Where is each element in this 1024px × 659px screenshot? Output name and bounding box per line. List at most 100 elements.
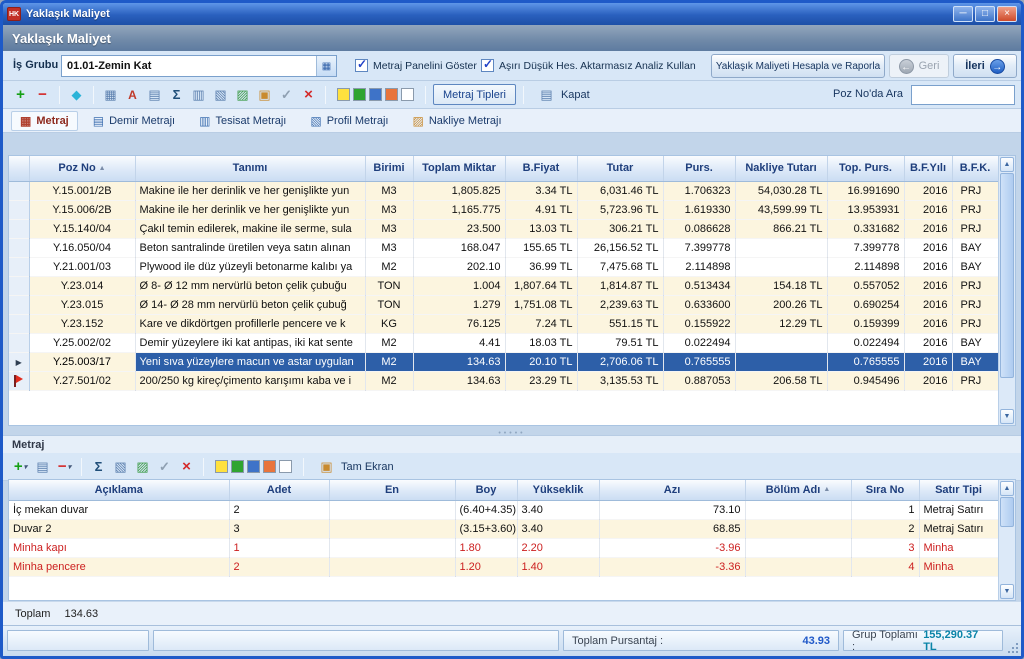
metraj-table-scrollbar[interactable]: ▲ ▼ <box>998 480 1015 600</box>
cancel-icon[interactable]: × <box>177 457 196 476</box>
export-icon[interactable]: ▧ <box>211 85 230 104</box>
col-header-bfiyat[interactable]: B.Fiyat <box>505 156 577 181</box>
tab-profil-metraji[interactable]: ▧ Profil Metrajı <box>301 111 397 131</box>
tab-tesisat-metraji[interactable]: ▥ Tesisat Metrajı <box>190 111 295 131</box>
is-grubu-dropdown-button[interactable]: ▦ <box>316 56 336 76</box>
is-grubu-label: İş Grubu <box>13 59 58 71</box>
color-swatch[interactable] <box>369 88 382 101</box>
metraj-panel-checkbox[interactable] <box>355 59 368 72</box>
col-header-bf-yili[interactable]: B.F.Yılı <box>904 156 952 181</box>
cancel-icon[interactable]: × <box>299 85 318 104</box>
edit-cell-icon[interactable]: ▤ <box>145 85 164 104</box>
metraj-tipleri-button[interactable]: Metraj Tipleri <box>433 84 516 105</box>
scroll-up-button[interactable]: ▲ <box>1000 481 1014 496</box>
scroll-down-button[interactable]: ▼ <box>1000 409 1014 424</box>
geri-button[interactable]: ← Geri <box>889 54 949 78</box>
color-swatch[interactable] <box>215 460 228 473</box>
is-grubu-select[interactable]: 01.01-Zemin Kat ▦ <box>61 55 337 77</box>
col-header-toplam-miktar[interactable]: Toplam Miktar <box>413 156 505 181</box>
col-header-satir-tipi[interactable]: Satır Tipi <box>919 480 998 500</box>
sum-icon[interactable]: Σ <box>167 85 186 104</box>
color-swatch[interactable] <box>353 88 366 101</box>
import-icon[interactable]: ▨ <box>133 457 152 476</box>
add-row-icon[interactable]: + <box>11 85 30 104</box>
col-header-top-purs[interactable]: Top. Purs. <box>827 156 904 181</box>
col-header-bfk[interactable]: B.F.K. <box>952 156 998 181</box>
table-row[interactable]: Y.15.140/04Çakıl temin edilerek, makine … <box>9 219 998 238</box>
col-header-adet[interactable]: Adet <box>229 480 329 500</box>
table-row[interactable]: Y.23.152Kare ve dikdörtgen profillerle p… <box>9 314 998 333</box>
cell: 2016 <box>904 276 952 295</box>
table-row[interactable]: Minha kapı11.802.20-3.963Minha <box>9 538 998 557</box>
table-columns-icon[interactable]: ▦ <box>101 85 120 104</box>
tab-nakliye-metraji[interactable]: ▨ Nakliye Metrajı <box>403 111 510 131</box>
hesapla-raporla-button[interactable]: Yaklaşık Maliyeti Hesapla ve Raporla <box>711 54 885 78</box>
color-swatch[interactable] <box>263 460 276 473</box>
cell: M3 <box>365 219 413 238</box>
col-header-azi[interactable]: Azı <box>599 480 745 500</box>
col-header-boy[interactable]: Boy <box>455 480 517 500</box>
scroll-down-button[interactable]: ▼ <box>1000 584 1014 599</box>
maximize-button[interactable]: □ <box>975 6 995 22</box>
table-row[interactable]: ▶Y.25.003/17Yeni sıva yüzeylere macun ve… <box>9 352 998 371</box>
table-row[interactable]: Y.15.006/2BMakine ile her derinlik ve he… <box>9 200 998 219</box>
tab-metraj[interactable]: ▦ Metraj <box>11 111 78 131</box>
col-header-yukseklik[interactable]: Yükseklik <box>517 480 599 500</box>
color-swatch[interactable] <box>231 460 244 473</box>
save-icon[interactable]: ▣ <box>255 85 274 104</box>
scrollbar-thumb[interactable] <box>1000 497 1014 527</box>
scrollbar-thumb[interactable] <box>1000 173 1014 378</box>
table-row[interactable]: Y.21.001/03Plywood ile düz yüzeyli beton… <box>9 257 998 276</box>
export-icon[interactable]: ▧ <box>111 457 130 476</box>
color-swatch[interactable] <box>247 460 260 473</box>
sum-icon[interactable]: Σ <box>89 457 108 476</box>
poz-search-input[interactable] <box>911 85 1015 105</box>
scroll-up-button[interactable]: ▲ <box>1000 157 1014 172</box>
table-row[interactable]: Y.27.501/02200/250 kg kireç/çimento karı… <box>9 371 998 390</box>
ileri-button[interactable]: İleri → <box>953 54 1017 78</box>
apply-icon[interactable]: ✓ <box>277 85 296 104</box>
kapat-button[interactable]: ▤ Kapat <box>531 84 596 105</box>
panel-splitter[interactable] <box>3 426 1021 435</box>
tab-label: Demir Metrajı <box>109 115 175 127</box>
col-header-aciklama[interactable]: Açıklama <box>9 480 229 500</box>
close-button[interactable]: × <box>997 6 1017 22</box>
copy-row-icon[interactable]: ▤ <box>33 457 52 476</box>
format-painter-icon[interactable]: ◆ <box>67 85 86 104</box>
table-row[interactable]: Y.23.015Ø 14- Ø 28 mm nervürlü beton çel… <box>9 295 998 314</box>
color-swatch[interactable] <box>337 88 350 101</box>
color-swatch[interactable] <box>401 88 414 101</box>
font-icon[interactable]: A <box>123 85 142 104</box>
col-header-poz-no[interactable]: Poz No▲ <box>29 156 135 181</box>
col-header-bolum-adi[interactable]: Bölüm Adı▲ <box>745 480 851 500</box>
color-swatch[interactable] <box>385 88 398 101</box>
col-header-nakliye-tutari[interactable]: Nakliye Tutarı <box>735 156 827 181</box>
tab-demir-metraji[interactable]: ▤ Demir Metrajı <box>84 111 184 131</box>
refresh-icon[interactable]: ▨ <box>233 85 252 104</box>
table-row[interactable]: Y.15.001/2BMakine ile her derinlik ve he… <box>9 181 998 200</box>
resize-grip[interactable] <box>1007 642 1019 654</box>
table-row[interactable]: Y.23.014Ø 8- Ø 12 mm nervürlü beton çeli… <box>9 276 998 295</box>
apply-icon[interactable]: ✓ <box>155 457 174 476</box>
asiri-dusuk-checkbox[interactable] <box>481 59 494 72</box>
col-header-en[interactable]: En <box>329 480 455 500</box>
table-row[interactable]: Y.16.050/04Beton santralinde üretilen ve… <box>9 238 998 257</box>
minimize-button[interactable]: ─ <box>953 6 973 22</box>
col-header-purs[interactable]: Purs. <box>663 156 735 181</box>
table-row[interactable]: Minha pencere21.201.40-3.364Minha <box>9 557 998 576</box>
col-header-sira-no[interactable]: Sıra No <box>851 480 919 500</box>
grid-layout-icon[interactable]: ▥ <box>189 85 208 104</box>
col-header-birimi[interactable]: Birimi <box>365 156 413 181</box>
delete-row-icon[interactable]: − <box>33 85 52 104</box>
table-row[interactable]: Y.25.002/02Demir yüzeylere iki kat antip… <box>9 333 998 352</box>
col-header-tutar[interactable]: Tutar <box>577 156 663 181</box>
col-header-tanimi[interactable]: Tanımı <box>135 156 365 181</box>
delete-metraj-row-icon[interactable]: −▾ <box>55 457 74 476</box>
color-swatch[interactable] <box>279 460 292 473</box>
tam-ekran-button[interactable]: ▣ Tam Ekran <box>311 456 400 477</box>
cell <box>735 352 827 371</box>
add-metraj-row-icon[interactable]: +▾ <box>11 457 30 476</box>
table-row[interactable]: İç mekan duvar2(6.40+4.35)3.4073.101Metr… <box>9 500 998 519</box>
main-table-scrollbar[interactable]: ▲ ▼ <box>998 156 1015 425</box>
table-row[interactable]: Duvar 23(3.15+3.60)3.4068.852Metraj Satı… <box>9 519 998 538</box>
